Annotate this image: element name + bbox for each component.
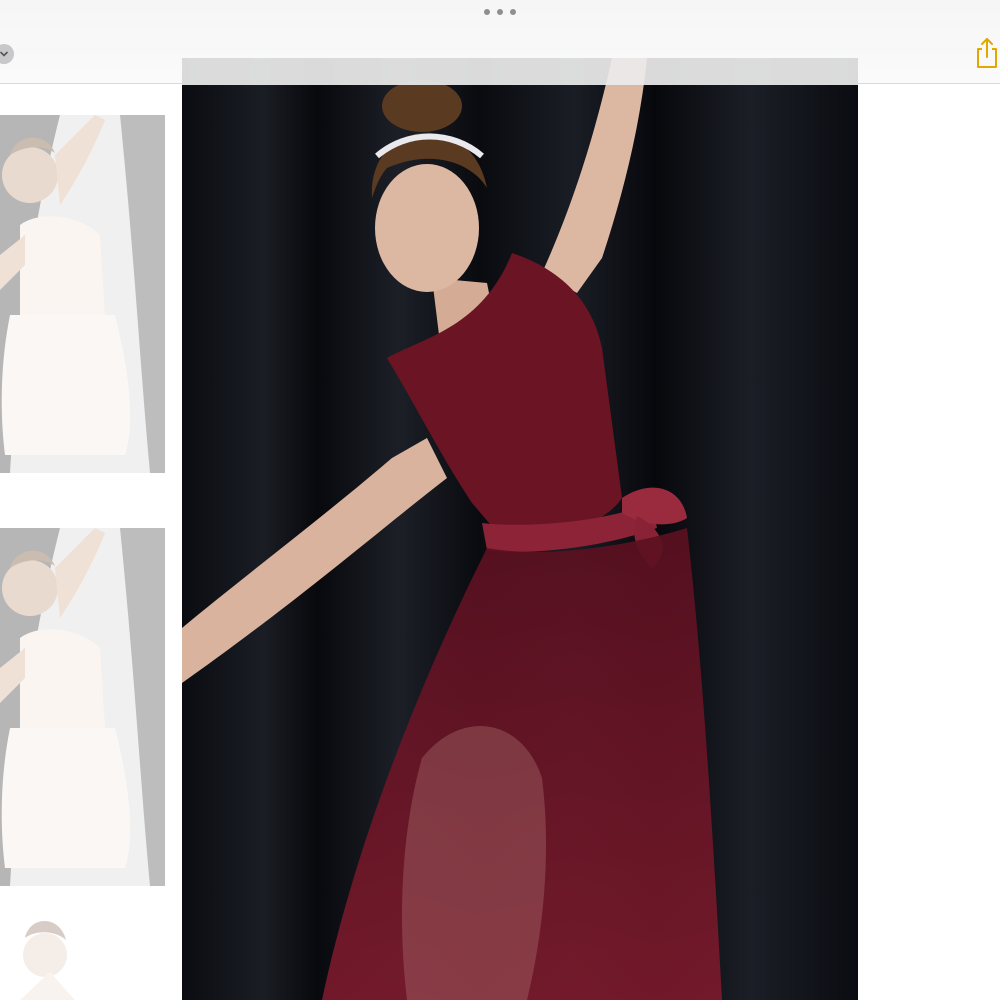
main-photo-viewer[interactable] xyxy=(182,58,858,1000)
dancer-photo xyxy=(182,58,858,1000)
photo-thumbnail[interactable] xyxy=(0,528,165,886)
chevron-down-icon[interactable] xyxy=(0,44,14,64)
photo-thumbnail[interactable] xyxy=(0,115,165,473)
photo-top-overlay xyxy=(182,58,858,85)
more-dots-icon[interactable] xyxy=(484,6,516,18)
photo-thumbnail[interactable] xyxy=(0,910,165,1000)
thumbnail-sidebar xyxy=(0,85,182,1000)
share-icon[interactable] xyxy=(972,36,1000,70)
